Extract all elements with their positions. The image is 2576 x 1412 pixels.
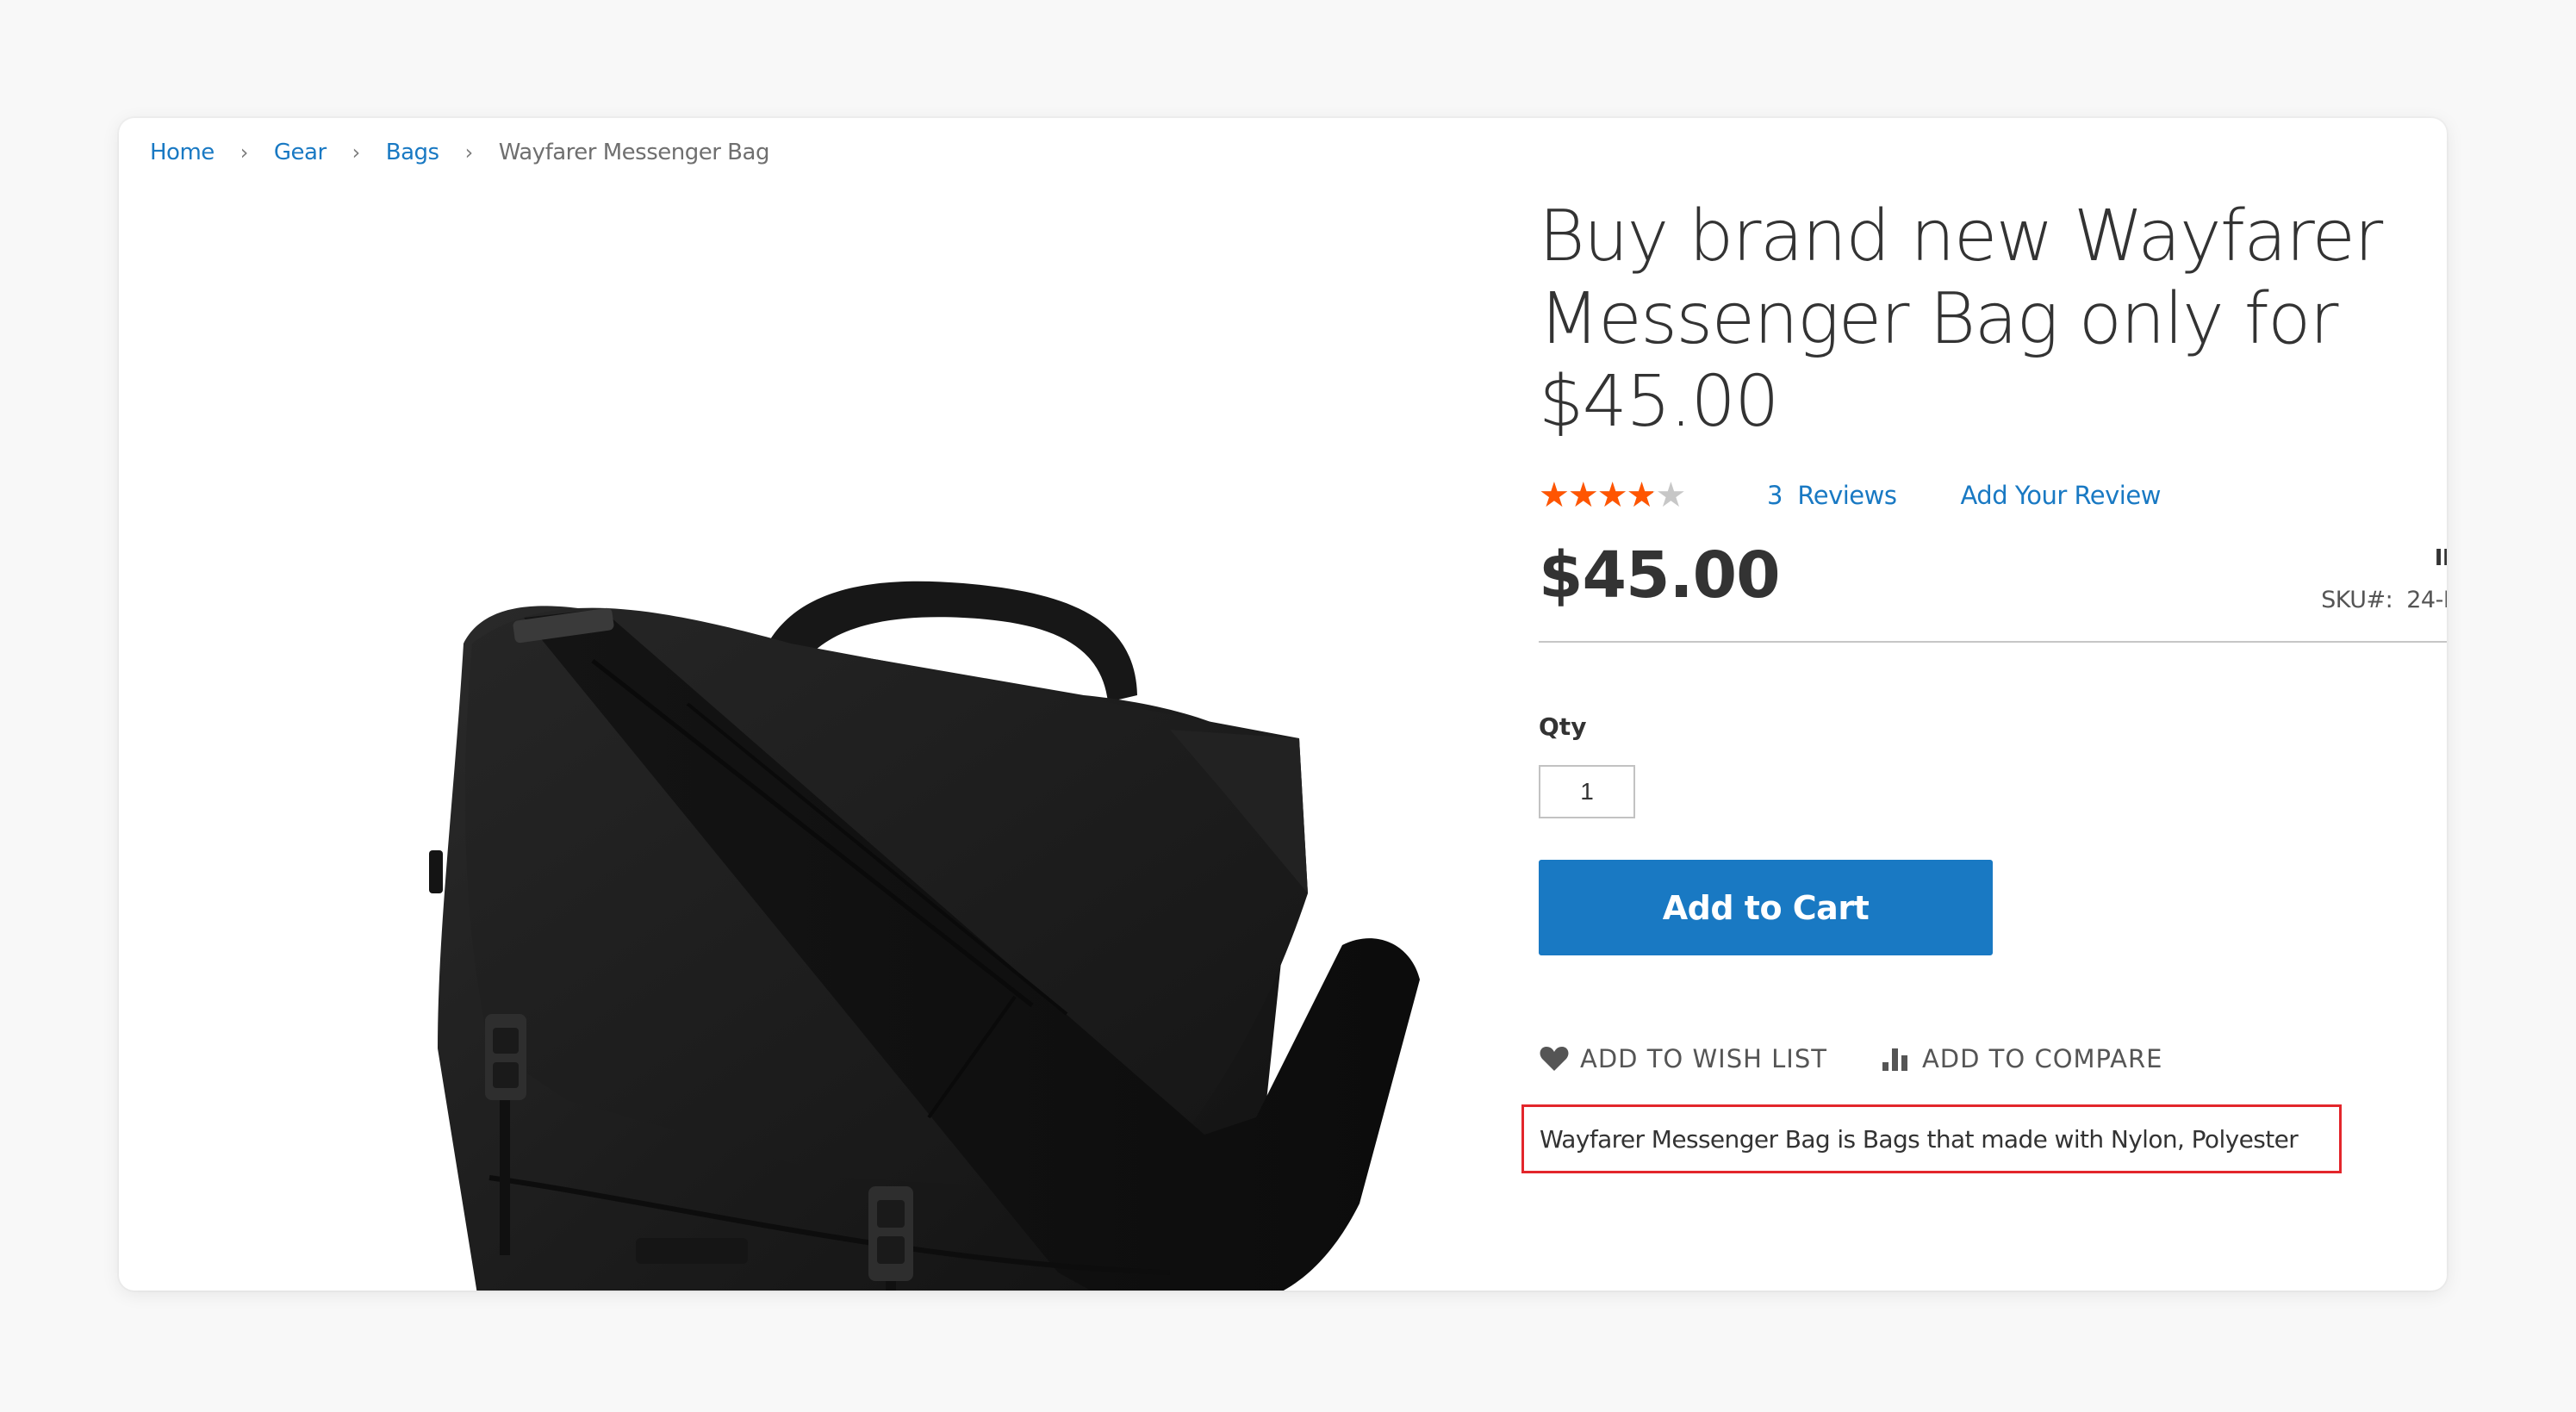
breadcrumb-home[interactable]: Home bbox=[150, 140, 215, 165]
chevron-right-icon: › bbox=[464, 140, 474, 165]
messenger-bag-image bbox=[429, 581, 1420, 1291]
product-image[interactable] bbox=[308, 445, 1428, 1291]
qty-input[interactable] bbox=[1539, 765, 1635, 818]
sku-label: SKU#: bbox=[2321, 587, 2393, 613]
reviews-link[interactable]: 3 Reviews bbox=[1767, 481, 1897, 510]
add-to-compare-button[interactable]: Add to Compare bbox=[1881, 1044, 2163, 1073]
short-description-text: Wayfarer Messenger Bag is Bags that made… bbox=[1540, 1124, 2299, 1154]
buckle-right bbox=[868, 1186, 913, 1291]
reviews-summary: ★★★★★ ★★★★★ 3 Reviews Add Your Review bbox=[1539, 476, 2161, 514]
page-title: Buy brand new Wayfarer Messenger Bag onl… bbox=[1539, 196, 2383, 443]
product-price: $45.00 bbox=[1539, 538, 1781, 613]
bar-chart-icon bbox=[1881, 1045, 1912, 1073]
compare-label: Add to Compare bbox=[1921, 1044, 2163, 1073]
add-to-wishlist-button[interactable]: Add to Wish List bbox=[1539, 1044, 1827, 1073]
product-sku: SKU#: 24-MB01 bbox=[2321, 587, 2447, 613]
add-to-cart-button[interactable]: Add to Cart bbox=[1539, 860, 1993, 955]
breadcrumb: Home › Gear › Bags › Wayfarer Messenger … bbox=[150, 135, 769, 170]
qty-label: Qty bbox=[1539, 712, 1587, 741]
stock-status: IN STOCK bbox=[2434, 545, 2447, 571]
divider bbox=[1539, 641, 2447, 643]
breadcrumb-gear[interactable]: Gear bbox=[274, 140, 327, 165]
rating-stars: ★★★★★ ★★★★★ bbox=[1539, 478, 1707, 513]
product-short-description: Wayfarer Messenger Bag is Bags that made… bbox=[1521, 1104, 2342, 1173]
product-actions: Add to Wish List Add to Compare bbox=[1539, 1042, 2163, 1076]
sku-value: 24-MB01 bbox=[2406, 587, 2447, 613]
product-card: Home › Gear › Bags › Wayfarer Messenger … bbox=[119, 118, 2447, 1291]
breadcrumb-current: Wayfarer Messenger Bag bbox=[498, 140, 770, 165]
breadcrumb-bags[interactable]: Bags bbox=[386, 140, 439, 165]
chevron-right-icon: › bbox=[240, 140, 249, 165]
product-info: Buy brand new Wayfarer Messenger Bag onl… bbox=[1521, 118, 2447, 1291]
add-review-link[interactable]: Add Your Review bbox=[1960, 481, 2161, 510]
chevron-right-icon: › bbox=[352, 140, 361, 165]
wishlist-label: Add to Wish List bbox=[1580, 1044, 1827, 1073]
star-filled-icon: ★★★★★ bbox=[1539, 478, 1653, 513]
heart-icon bbox=[1539, 1045, 1570, 1073]
